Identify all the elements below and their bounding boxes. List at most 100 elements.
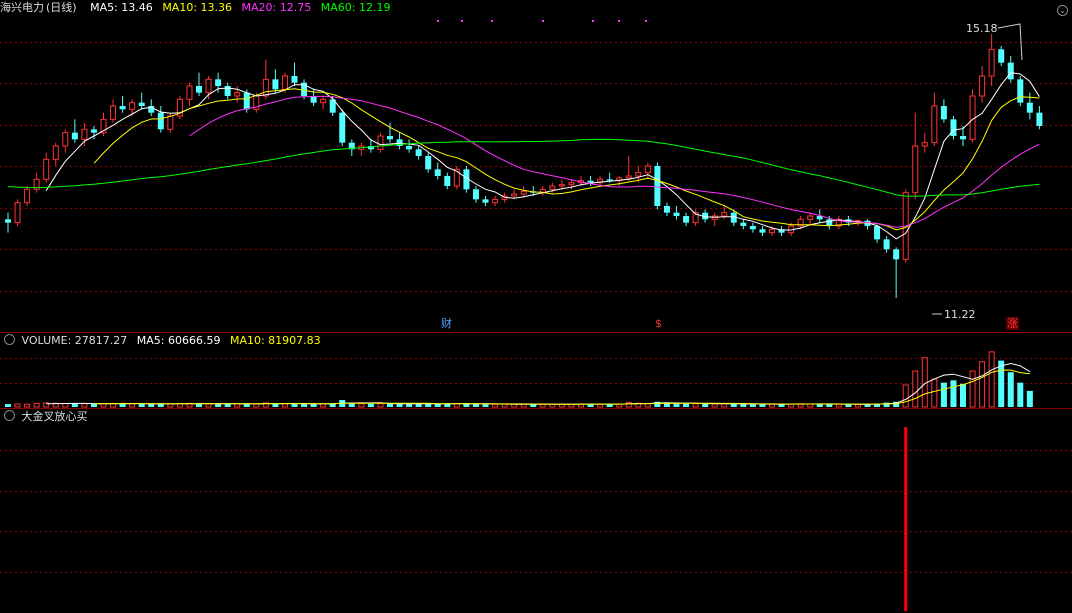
candle-body [979,75,986,97]
candle-body [740,222,747,226]
volume-bar [950,380,957,407]
candle-body [224,86,231,96]
candle-body [1017,79,1024,103]
candle-body [826,219,833,226]
volume-bar [711,403,718,408]
candle-body [157,112,164,130]
volume-bar [329,403,336,407]
candle-body [549,185,556,190]
candle-body [654,166,661,206]
volume-bar [472,404,479,407]
candle-body [234,92,241,97]
volume-bar [845,404,852,407]
candle-body [998,49,1005,63]
candle-body [129,102,136,110]
event-dot [618,20,620,22]
volume-bar [969,370,976,408]
volume-bar [62,403,69,408]
ma5-label: MA5: 13.46 [90,1,153,14]
candle-body [110,105,117,120]
candle-body [444,176,451,186]
candle-body [377,135,384,150]
candle-body [14,202,21,224]
ma20-line [189,95,1040,228]
candle-body [769,228,775,234]
candle-body [272,79,279,90]
candle-body [558,184,565,187]
event-dot [645,20,647,22]
volume-bar [14,403,21,408]
volume-bar [90,403,97,407]
candle-body [186,85,193,100]
volume-pane[interactable]: VOLUME: 27817.27 MA5: 60666.59 MA10: 819… [0,333,1072,408]
candle-body [119,106,126,110]
finance-event-tag[interactable]: 财 [440,317,453,330]
volume-bar [1007,372,1014,407]
candle-body [988,48,995,77]
candle-body [81,128,88,140]
candle-body [71,132,78,140]
candle-body [520,190,527,195]
volume-bar [301,403,308,407]
candle-body [807,215,814,220]
volume-bar [902,384,909,408]
volume-bar [71,403,78,407]
indicator-chart[interactable] [0,409,1072,613]
ma5-line [45,72,1040,240]
volume-bar [33,403,40,408]
candle-body [196,86,202,93]
candle-body [167,115,174,130]
dividend-event-tag[interactable]: $ [654,317,663,330]
candle-body [606,179,613,181]
pane-close-icon[interactable]: ⌄ [1057,5,1068,16]
volume-bar [702,403,709,407]
limit-up-event-tag[interactable]: 涨 [1006,317,1019,330]
candle-body [482,199,489,203]
candle-body [568,182,575,186]
indicator-pane[interactable]: 大金叉放心买 [0,409,1072,613]
candle-body [5,219,11,223]
volume-collapse-icon[interactable] [4,334,15,345]
event-dot [461,20,463,22]
volume-bar [864,404,871,407]
volume-bar [148,403,155,407]
candle-body [415,149,422,156]
volume-bar [1026,390,1033,407]
candle-body [90,129,97,133]
low-price-label: 11.22 [944,308,976,321]
candle-body [663,206,670,213]
volume-bar [387,403,393,407]
candle-body [912,145,919,194]
volume-bar [931,378,938,408]
candle-body [406,146,413,150]
volume-title: VOLUME: 27817.27 [21,334,128,347]
volume-bar [367,403,374,407]
volume-bar [979,361,986,408]
volume-bar [157,403,164,407]
kline-pane[interactable]: 海兴电力 (日线) MA5: 13.46 MA10: 13.36 MA20: 12… [0,0,1072,332]
kline-legend: 海兴电力 (日线) MA5: 13.46 MA10: 13.36 MA20: 12… [0,0,396,16]
candle-body [644,165,651,174]
volume-bar [501,403,508,408]
volume-bar [444,403,451,407]
candle-body [52,145,59,160]
volume-bar [215,403,222,407]
volume-bar [406,403,413,407]
candle-body [940,106,947,120]
candle-body [320,98,327,104]
indicator-collapse-icon[interactable] [4,410,15,421]
candle-body [759,229,766,233]
high-price-label: 15.18 [966,22,998,35]
volume-ma5-line [46,362,1031,405]
kline-chart[interactable] [0,0,1072,332]
volume-bar [377,403,384,408]
volume-bar [396,403,403,407]
volume-bar [81,403,88,408]
candle-body [492,198,499,204]
volume-bar [759,404,766,407]
volume-bar [940,382,947,407]
volume-bar [415,403,422,407]
volume-bar [673,403,680,407]
event-dot [592,20,594,22]
candle-body [883,239,890,250]
